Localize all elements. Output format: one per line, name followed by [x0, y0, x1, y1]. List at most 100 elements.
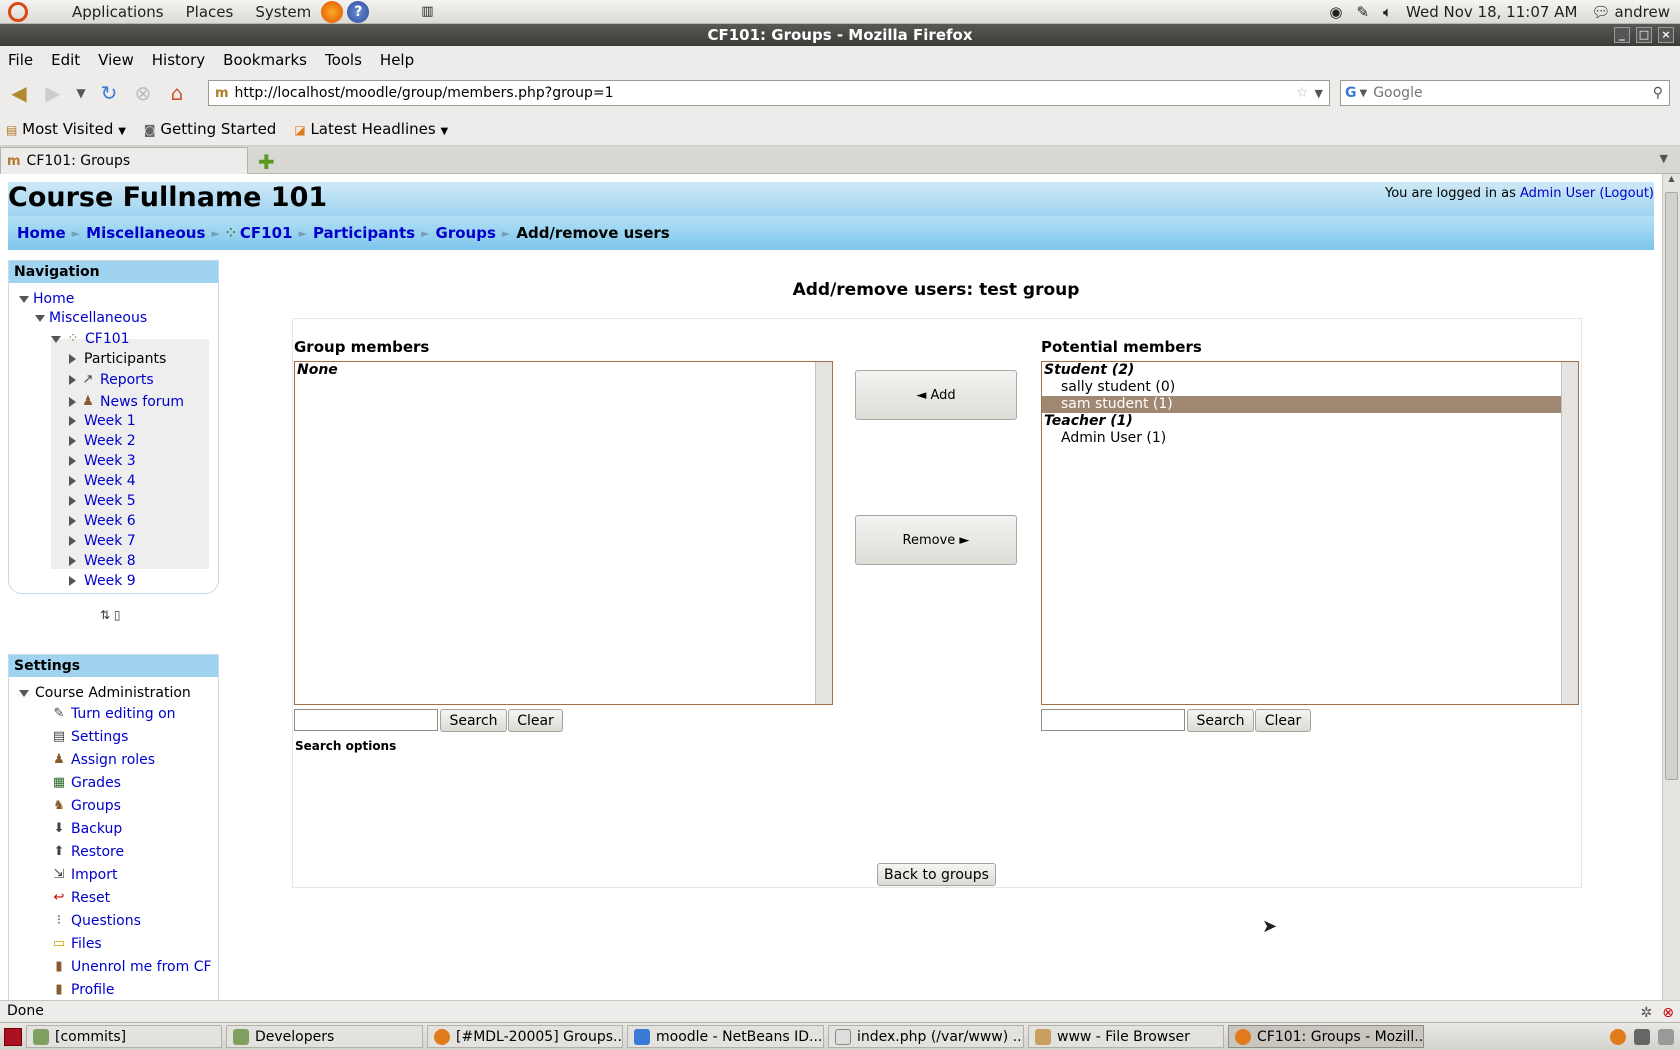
settings-backup[interactable]: Backup: [71, 821, 122, 837]
tab-cf101-groups[interactable]: m CF101: Groups: [0, 147, 248, 174]
settings-questions[interactable]: Questions: [71, 913, 141, 929]
back-to-groups-button[interactable]: Back to groups: [877, 863, 996, 886]
add-button[interactable]: ◄ Add: [855, 370, 1017, 420]
menu-file[interactable]: File: [8, 51, 33, 69]
search-icon[interactable]: ⚲: [1653, 85, 1663, 101]
nav-participants[interactable]: Participants: [84, 351, 166, 367]
menu-bookmarks[interactable]: Bookmarks: [223, 51, 307, 69]
group-members-search-input[interactable]: [294, 709, 438, 731]
settings-unenrol[interactable]: Unenrol me from CF: [71, 959, 212, 975]
firefox-tray-icon[interactable]: [1610, 1028, 1626, 1045]
expand-arrow-icon[interactable]: [19, 295, 29, 303]
close-icon[interactable]: ×: [1658, 27, 1674, 43]
option-admin-user[interactable]: Admin User (1): [1042, 430, 1578, 447]
task-index-php[interactable]: index.php (/var/www) ...: [828, 1025, 1024, 1048]
settings-restore[interactable]: Restore: [71, 844, 124, 860]
expand-arrow-icon[interactable]: [69, 556, 76, 566]
task-commits[interactable]: [commits]: [26, 1025, 222, 1048]
nav-week-1[interactable]: Week 1: [84, 413, 136, 429]
potential-members-list[interactable]: Student (2) sally student (0) sam studen…: [1041, 361, 1579, 705]
network-icon[interactable]: ◉: [1329, 3, 1342, 21]
workspace-icon[interactable]: [1634, 1028, 1650, 1045]
nav-cf101[interactable]: CF101: [85, 331, 130, 347]
expand-arrow-icon[interactable]: [69, 456, 76, 466]
potential-members-search-button[interactable]: Search: [1187, 709, 1254, 732]
expand-arrow-icon[interactable]: [69, 375, 76, 385]
refresh-icon[interactable]: ⇅: [100, 608, 110, 622]
bookmark-most-visited[interactable]: ▤ Most Visited ▼: [6, 120, 126, 138]
stop-icon[interactable]: ⊗: [130, 80, 156, 106]
breadcrumb-participants[interactable]: Participants: [313, 224, 415, 242]
menu-edit[interactable]: Edit: [51, 51, 80, 69]
forward-arrow-icon[interactable]: ▶: [40, 80, 66, 106]
task-file-browser[interactable]: www - File Browser: [1028, 1025, 1224, 1048]
volume-icon[interactable]: 🔈︎: [1383, 3, 1392, 21]
bookmark-latest-headlines[interactable]: ◪ Latest Headlines ▼: [294, 120, 448, 138]
nav-week-5[interactable]: Week 5: [84, 493, 136, 509]
url-bar[interactable]: m ☆ ▼: [208, 80, 1330, 106]
engine-dropdown-icon[interactable]: ▼: [1360, 88, 1368, 99]
maximize-icon[interactable]: □: [1636, 27, 1652, 43]
settings-profile[interactable]: Profile: [71, 982, 115, 998]
reload-icon[interactable]: ↻: [96, 80, 122, 106]
applet-icon[interactable]: ▥: [421, 4, 433, 19]
menu-history[interactable]: History: [152, 51, 205, 69]
scrollbar-thumb[interactable]: [1665, 192, 1678, 780]
nav-week-2[interactable]: Week 2: [84, 433, 136, 449]
expand-arrow-icon[interactable]: [35, 314, 45, 322]
home-icon[interactable]: ⌂: [164, 80, 190, 106]
settings-settings[interactable]: Settings: [71, 729, 128, 745]
bluetooth-icon[interactable]: ✎: [1356, 3, 1369, 21]
settings-course-admin[interactable]: Course Administration: [35, 685, 191, 701]
remove-button[interactable]: Remove ►: [855, 515, 1017, 565]
menu-view[interactable]: View: [98, 51, 134, 69]
help-launcher-icon[interactable]: ?: [347, 0, 370, 23]
logout-link[interactable]: (Logout): [1599, 186, 1654, 201]
scrollbar[interactable]: [815, 362, 832, 704]
page-scrollbar[interactable]: ▲: [1662, 174, 1680, 1000]
breadcrumb-cf101[interactable]: CF101: [240, 224, 293, 242]
nav-week-4[interactable]: Week 4: [84, 473, 136, 489]
expand-arrow-icon[interactable]: [69, 536, 76, 546]
url-input[interactable]: [234, 85, 1296, 101]
expand-arrow-icon[interactable]: [69, 516, 76, 526]
expand-arrow-icon[interactable]: [69, 476, 76, 486]
potential-members-search-input[interactable]: [1041, 709, 1185, 731]
tab-list-icon[interactable]: ▼: [1660, 152, 1668, 165]
menu-tools[interactable]: Tools: [325, 51, 362, 69]
option-sally-student[interactable]: sally student (0): [1042, 379, 1578, 396]
expand-arrow-icon[interactable]: [51, 335, 61, 343]
nav-reports[interactable]: Reports: [100, 372, 154, 388]
search-bar[interactable]: G ▼ ⚲: [1340, 80, 1670, 106]
nav-week-6[interactable]: Week 6: [84, 513, 136, 529]
expand-arrow-icon[interactable]: [69, 416, 76, 426]
menu-help[interactable]: Help: [380, 51, 414, 69]
bookmark-getting-started[interactable]: ◙ Getting Started: [144, 120, 276, 138]
nav-miscellaneous[interactable]: Miscellaneous: [49, 310, 147, 326]
addon-icon[interactable]: ✲: [1641, 1003, 1653, 1024]
option-sam-student[interactable]: sam student (1): [1042, 396, 1561, 413]
potential-members-clear-button[interactable]: Clear: [1255, 709, 1311, 732]
settings-groups[interactable]: Groups: [71, 798, 121, 814]
settings-assign-roles[interactable]: Assign roles: [71, 752, 155, 768]
expand-arrow-icon[interactable]: [69, 436, 76, 446]
settings-grades[interactable]: Grades: [71, 775, 121, 791]
nav-week-9[interactable]: Week 9: [84, 573, 136, 589]
trash-icon[interactable]: [1658, 1028, 1674, 1045]
search-input[interactable]: [1373, 85, 1653, 101]
expand-arrow-icon[interactable]: [69, 397, 76, 407]
expand-arrow-icon[interactable]: [19, 689, 29, 697]
user-name[interactable]: andrew: [1614, 3, 1670, 21]
nav-week-7[interactable]: Week 7: [84, 533, 136, 549]
task-mdl-20005[interactable]: [#MDL-20005] Groups...: [427, 1025, 623, 1048]
new-tab-icon[interactable]: ✚: [258, 150, 275, 174]
places-menu[interactable]: Places: [186, 3, 234, 21]
show-desktop-icon[interactable]: [4, 1027, 22, 1046]
task-netbeans[interactable]: moodle - NetBeans ID...: [627, 1025, 824, 1048]
clock[interactable]: Wed Nov 18, 11:07 AM: [1406, 3, 1577, 21]
nav-home[interactable]: Home: [33, 291, 74, 307]
back-arrow-icon[interactable]: ◀: [6, 80, 32, 106]
settings-reset[interactable]: Reset: [71, 890, 110, 906]
nav-week-8[interactable]: Week 8: [84, 553, 136, 569]
url-dropdown-icon[interactable]: ▼: [1315, 87, 1323, 100]
